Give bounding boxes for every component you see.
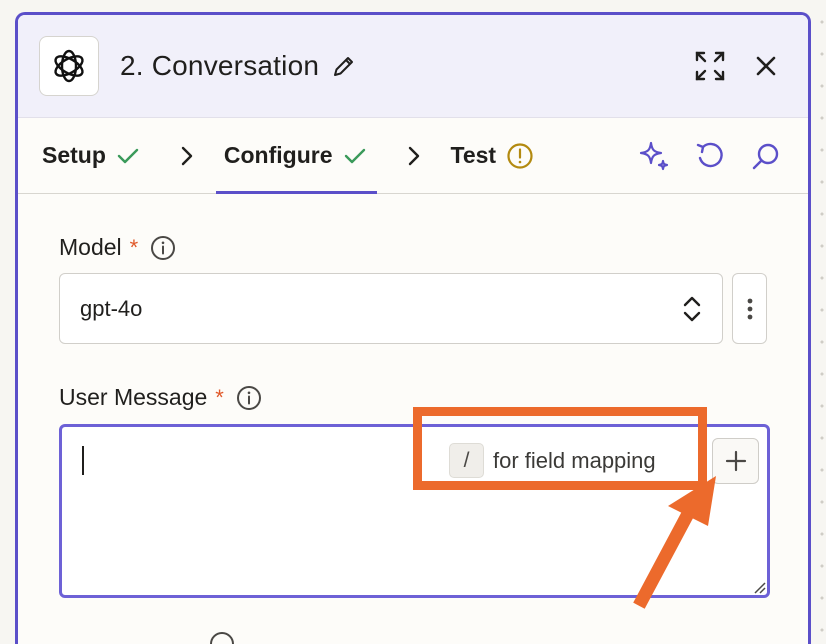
ai-sparkle-icon[interactable] [636, 138, 672, 174]
plus-icon [725, 450, 746, 472]
model-select[interactable]: gpt-4o [59, 273, 724, 344]
tab-test[interactable]: Test [451, 118, 535, 193]
text-caret [82, 446, 84, 475]
tab-setup[interactable]: Setup [42, 118, 140, 193]
user-message-label: User Message * [59, 384, 767, 411]
chevron-right-icon [180, 145, 194, 167]
warning-icon [507, 142, 533, 169]
tab-label: Test [450, 142, 497, 168]
vertical-dots-icon [747, 298, 752, 319]
tab-configure[interactable]: Configure [215, 118, 377, 194]
model-label: Model * [59, 234, 767, 261]
slash-key: / [449, 443, 484, 478]
required-asterisk: * [129, 234, 139, 260]
step-panel: 2. Conversation Setup Configure Test Mod… [15, 12, 811, 644]
expand-icon[interactable] [692, 48, 728, 84]
user-message-input[interactable]: / for field mapping [59, 424, 770, 598]
resize-handle-icon[interactable] [752, 580, 766, 594]
search-icon[interactable] [748, 138, 784, 174]
undo-icon[interactable] [692, 138, 728, 174]
tab-label: Setup [42, 142, 106, 168]
openai-logo-icon [39, 36, 99, 96]
model-row: gpt-4o [59, 273, 767, 344]
chevron-up-down-icon [683, 296, 701, 321]
tab-toolbar [636, 118, 784, 193]
tab-label: Configure [223, 142, 333, 168]
chevron-right-icon [407, 145, 421, 167]
check-icon [344, 148, 365, 163]
close-icon[interactable] [748, 48, 784, 84]
more-options-button[interactable] [732, 273, 767, 344]
insert-data-button[interactable] [712, 438, 759, 484]
info-icon[interactable] [150, 235, 176, 261]
field-mapping-hint: / for field mapping [449, 443, 656, 478]
next-field-label [59, 631, 767, 644]
info-icon[interactable] [236, 385, 262, 411]
field-label-text: User Message [59, 384, 208, 410]
pencil-icon[interactable] [331, 53, 357, 79]
field-mapping-hint-text: for field mapping [493, 447, 656, 473]
field-label-text: Model [59, 234, 122, 260]
check-icon [117, 148, 139, 163]
info-icon[interactable] [209, 631, 235, 644]
required-asterisk: * [215, 384, 224, 410]
step-tabs: Setup Configure Test [18, 118, 808, 194]
model-select-value: gpt-4o [80, 295, 143, 321]
configure-form: Model * gpt-4o User Message * / for fiel… [18, 194, 808, 644]
step-title: 2. Conversation [120, 50, 320, 81]
panel-header: 2. Conversation [18, 15, 808, 118]
